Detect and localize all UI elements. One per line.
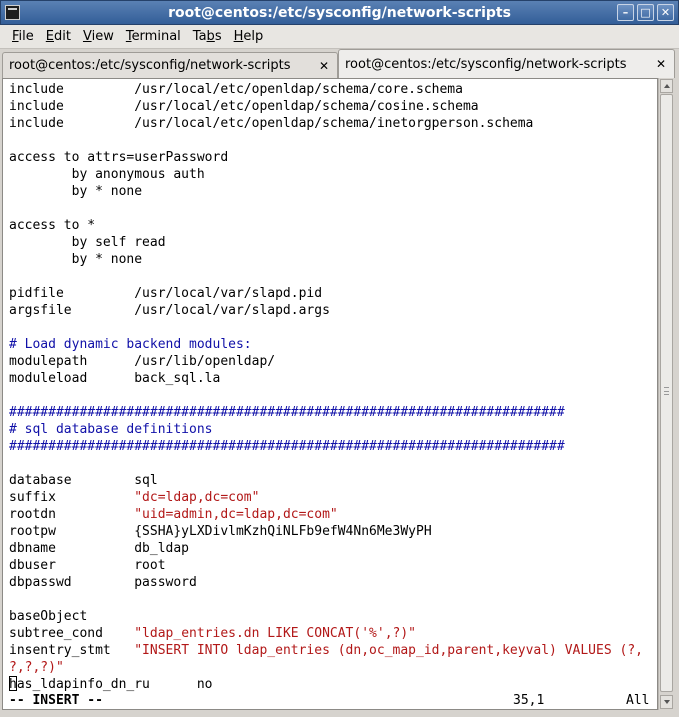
menu-help[interactable]: Help [228,29,270,44]
menu-view[interactable]: View [77,29,120,44]
terminal-line: rootdn "uid=admin,dc=ldap,dc=com" [9,507,338,522]
terminal-line: baseObject [9,609,88,624]
vim-mode-indicator: -- INSERT -- [9,693,103,708]
terminal-app-icon[interactable] [5,5,20,20]
terminal-scrollbar[interactable] [658,78,674,710]
terminal-line: by anonymous auth [9,167,205,182]
scroll-down-icon[interactable] [660,695,673,709]
close-icon[interactable]: ✕ [657,4,674,21]
terminal-line: by * none [9,184,143,199]
tab-close-icon[interactable]: ✕ [319,59,329,73]
scroll-up-icon[interactable] [660,79,673,93]
terminal-line: modulepath /usr/lib/openldap/ [9,354,276,369]
window-controls: – □ ✕ [617,4,674,21]
menu-tabs[interactable]: Tabs [187,29,228,44]
tab-label: root@centos:/etc/sysconfig/network-scrip… [345,56,627,72]
tab-close-icon[interactable]: ✕ [656,57,666,71]
vim-cursor-position: 35,1 [513,693,545,708]
menu-file[interactable]: File [6,29,40,44]
terminal-line: subtree_cond "ldap_entries.dn LIKE CONCA… [9,626,416,641]
terminal-line: ########################################… [9,405,565,420]
tab-label: root@centos:/etc/sysconfig/network-scrip… [9,58,291,73]
window-bottom-border [0,710,679,717]
terminal-line: include /usr/local/etc/openldap/schema/c… [9,82,463,97]
terminal-line: ?,?,?)" [9,660,64,675]
window-titlebar[interactable]: root@centos:/etc/sysconfig/network-scrip… [0,0,679,25]
terminal-line: access to * [9,218,96,233]
terminal-line: include /usr/local/etc/openldap/schema/i… [9,116,534,131]
terminal-line: rootpw {SSHA}yLXDivlmKzhQiNLFb9efW4Nn6Me… [9,524,432,539]
terminal-line: moduleload back_sql.la [9,371,221,386]
terminal-line: database sql [9,473,158,488]
terminal-output[interactable]: -- INSERT -- 35,1 All include /usr/local… [2,78,658,710]
maximize-icon[interactable]: □ [637,4,654,21]
tab-bar: root@centos:/etc/sysconfig/network-scrip… [0,49,679,78]
terminal-line: by self read [9,235,166,250]
menu-edit[interactable]: Edit [40,29,77,44]
terminal-line: by * none [9,252,143,267]
terminal-line: dbuser root [9,558,166,573]
terminal-line: # Load dynamic backend modules: [9,337,252,352]
tab-terminal-2[interactable]: root@centos:/etc/sysconfig/network-scrip… [338,49,675,78]
terminal-line: dbpasswd password [9,575,197,590]
menu-terminal[interactable]: Terminal [120,29,187,44]
terminal-line: pidfile /usr/local/var/slapd.pid [9,286,323,301]
minimize-icon[interactable]: – [617,4,634,21]
terminal-line: access to attrs=userPassword [9,150,229,165]
terminal-line: argsfile /usr/local/var/slapd.args [9,303,330,318]
menubar: File Edit View Terminal Tabs Help [0,25,679,49]
terminal-line: # sql database definitions [9,422,213,437]
terminal-line: dbname db_ldap [9,541,190,556]
window-title: root@centos:/etc/sysconfig/network-scrip… [168,4,511,21]
scrollbar-thumb[interactable] [660,94,673,692]
terminal-line: has_ldapinfo_dn_ru no [9,676,213,692]
vim-scroll-indicator: All [626,693,650,708]
tab-terminal-1[interactable]: root@centos:/etc/sysconfig/network-scrip… [2,52,338,78]
terminal-line: insentry_stmt "INSERT INTO ldap_entries … [9,643,643,658]
terminal-line: ########################################… [9,439,565,454]
terminal-line: suffix "dc=ldap,dc=com" [9,490,260,505]
terminal-line: include /usr/local/etc/openldap/schema/c… [9,99,479,114]
